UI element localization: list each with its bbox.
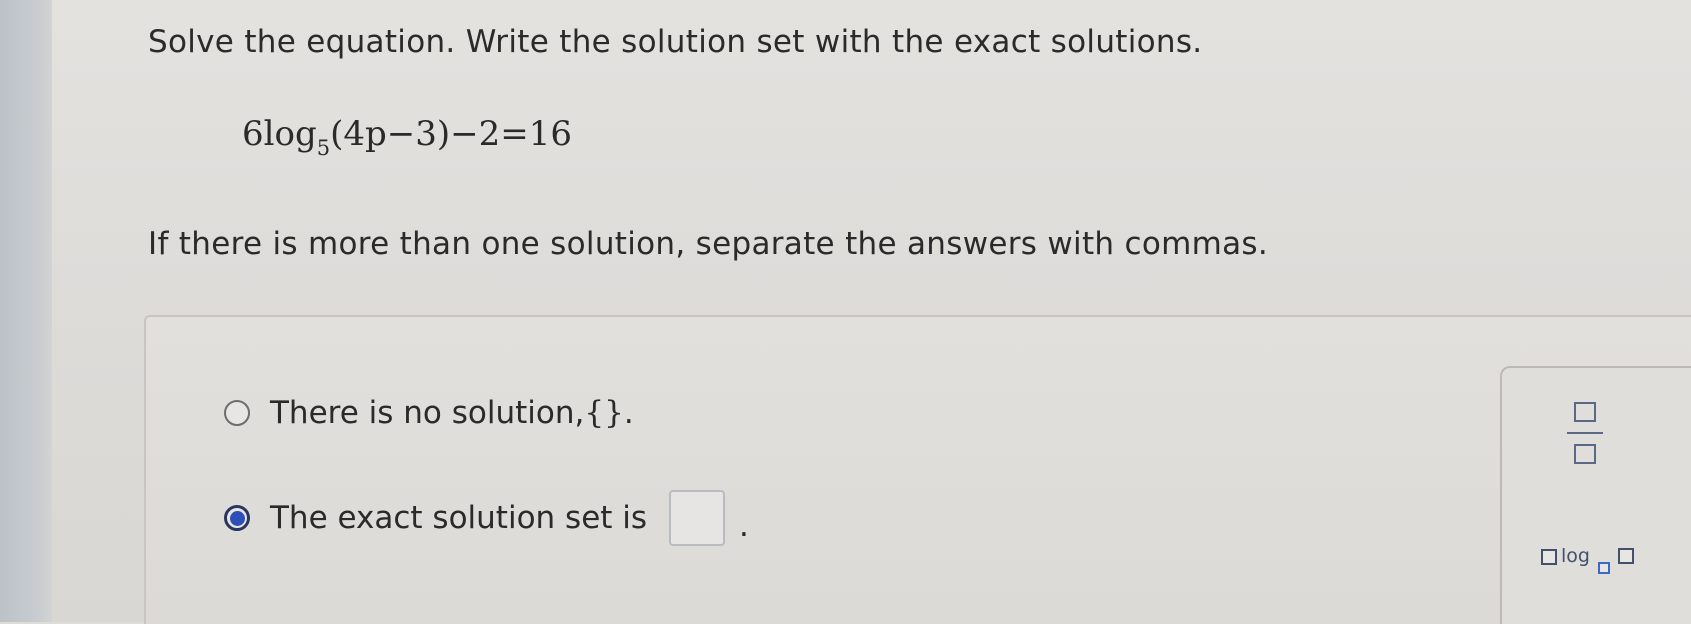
equation-rest: (4p−3)−2=16 xyxy=(330,114,573,154)
log-coefficient-box xyxy=(1541,549,1557,565)
equation-log: log xyxy=(263,114,317,154)
answer-area xyxy=(144,315,1691,624)
fraction-icon[interactable] xyxy=(1567,402,1603,472)
radio-no-solution[interactable] xyxy=(224,400,250,426)
option-no-solution-label: There is no solution, xyxy=(270,395,585,431)
log-base-icon[interactable]: log xyxy=(1541,543,1641,577)
fraction-bar xyxy=(1567,432,1603,434)
option-no-solution[interactable]: There is no solution, {}. xyxy=(224,395,634,431)
log-base-box xyxy=(1598,562,1610,574)
option-no-solution-period: . xyxy=(623,395,634,431)
denominator-box xyxy=(1574,444,1596,464)
option-exact-label: The exact solution set is xyxy=(270,500,648,536)
question-instruction: Solve the equation. Write the solution s… xyxy=(148,24,1203,60)
log-text: log xyxy=(1561,545,1590,567)
comma-hint: If there is more than one solution, sepa… xyxy=(148,226,1269,262)
numerator-box xyxy=(1574,402,1596,422)
radio-selected-dot xyxy=(229,510,245,526)
equation-coefficient: 6 xyxy=(242,114,264,154)
equation-log-base: 5 xyxy=(316,136,331,160)
empty-set-braces: {} xyxy=(584,395,624,431)
log-argument-box xyxy=(1618,548,1634,564)
option-exact-period: . xyxy=(739,508,749,544)
option-exact-solution[interactable]: The exact solution set is . xyxy=(224,490,749,546)
radio-exact-solution[interactable] xyxy=(224,505,250,531)
window-edge xyxy=(0,0,52,622)
solution-set-input[interactable] xyxy=(669,490,726,546)
equation: 6log5(4p−3)−2=16 xyxy=(242,114,573,160)
